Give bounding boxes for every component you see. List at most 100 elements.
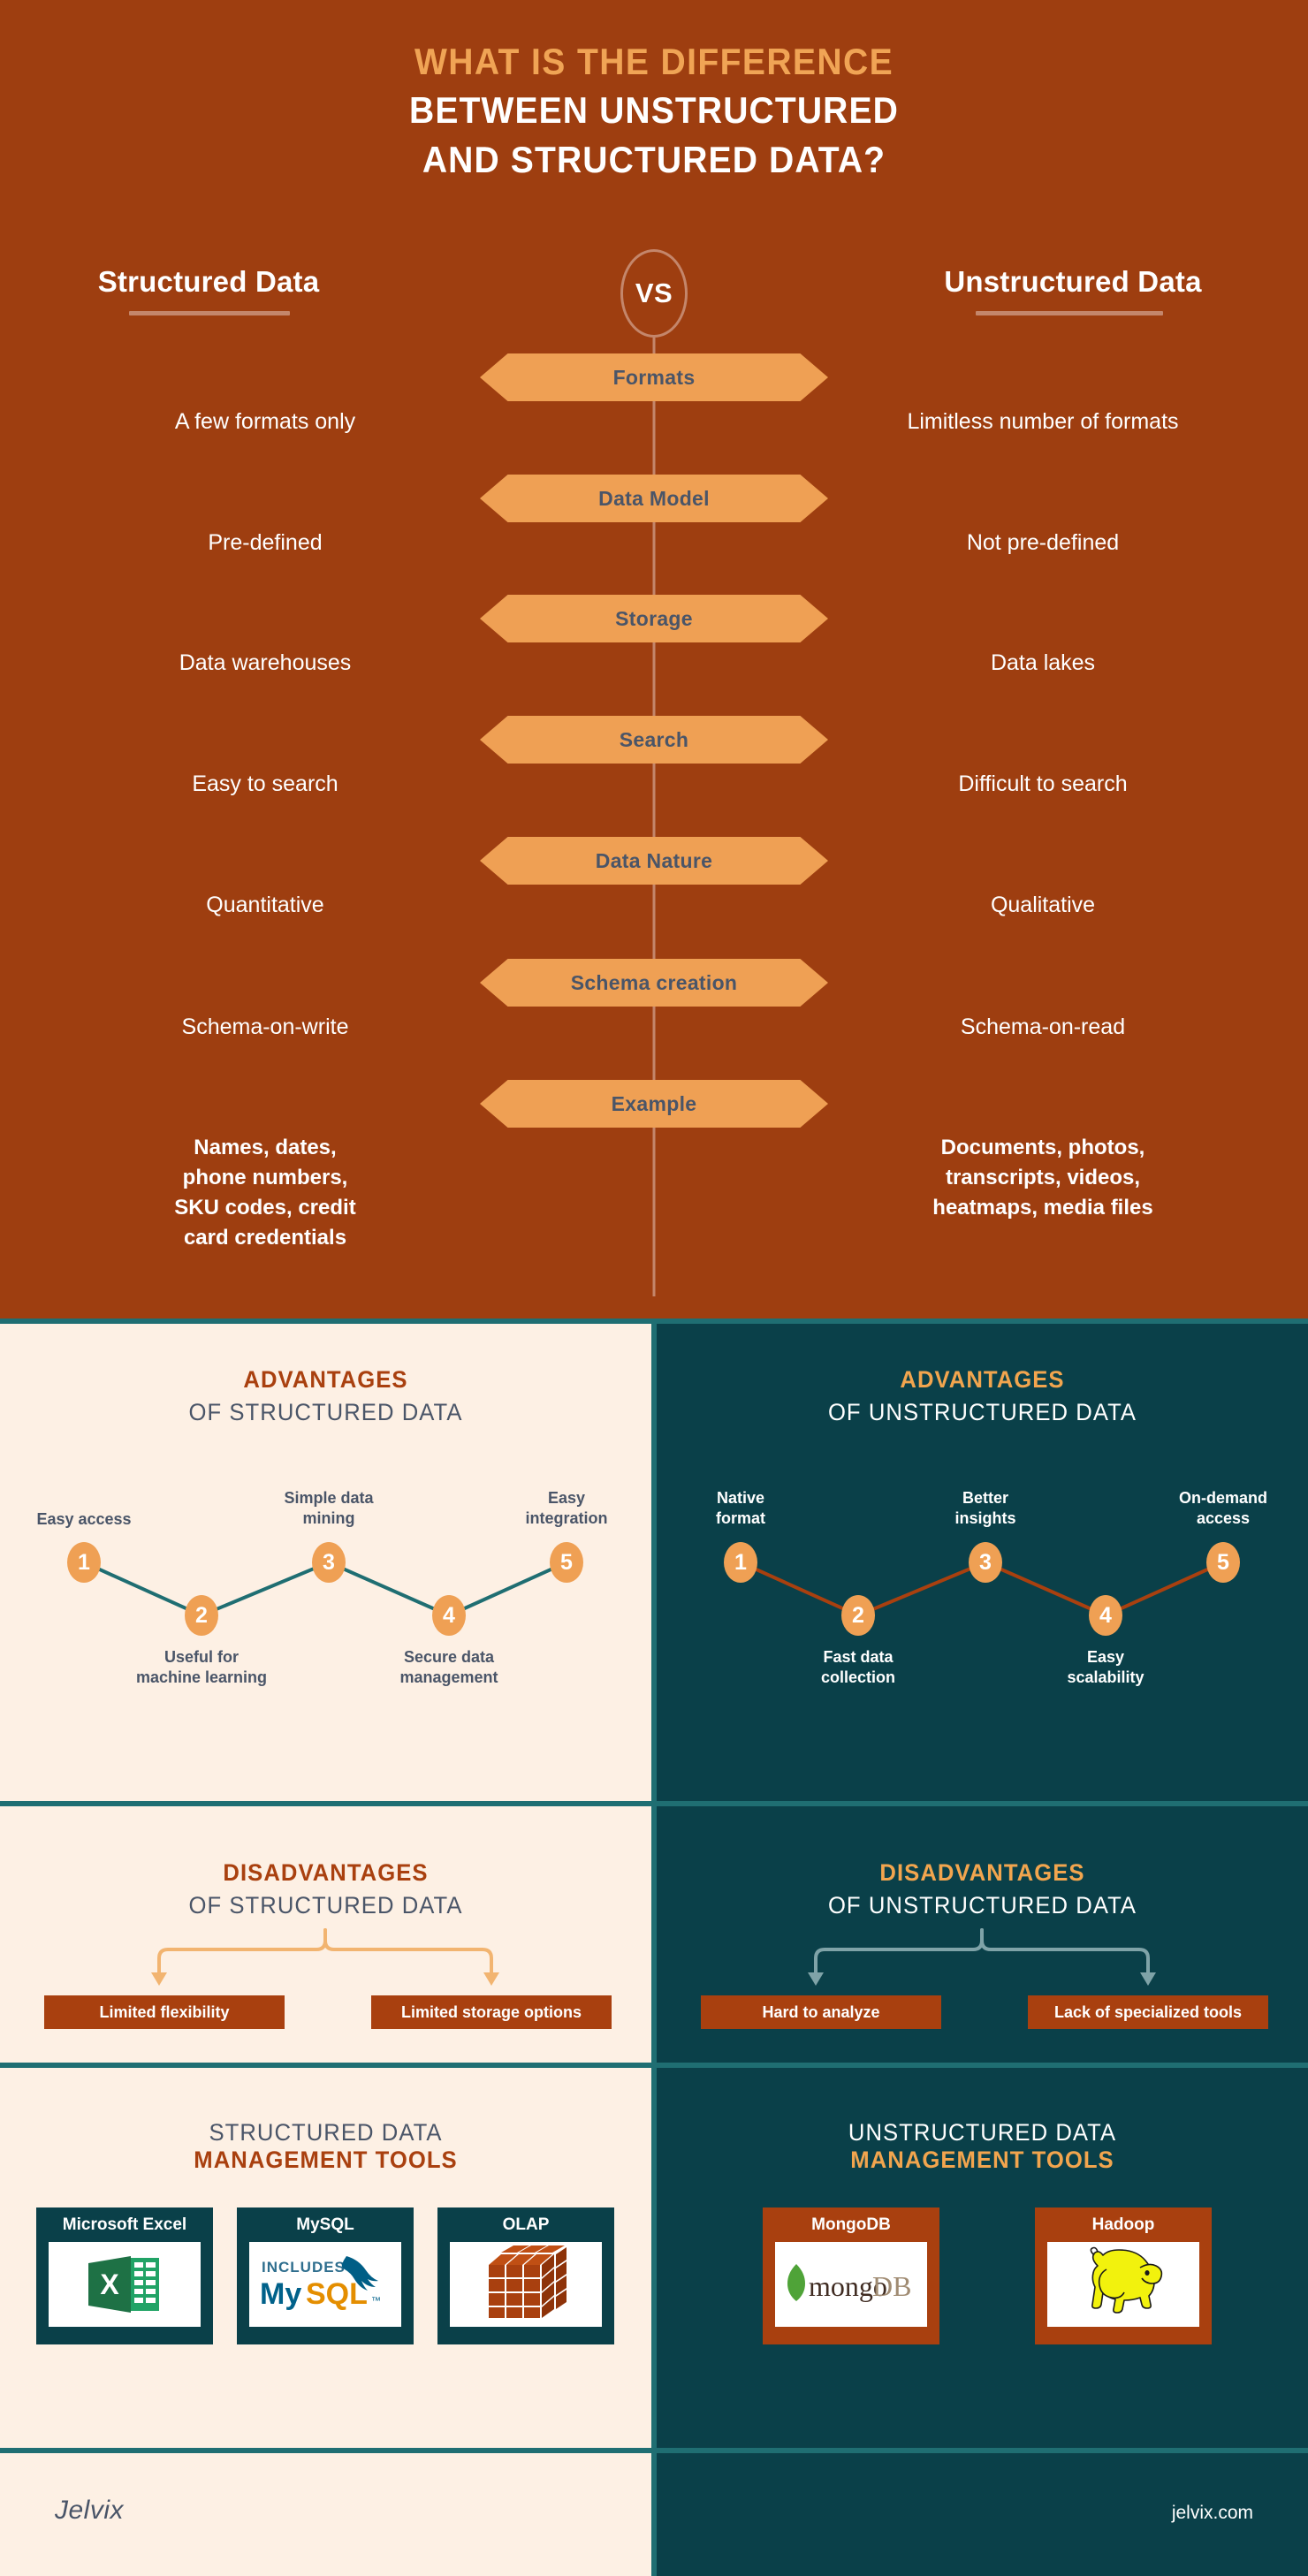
disadvantage-item-1-label: Limited flexibility xyxy=(99,2002,230,2021)
advantage-unstructured-node-number: 3 xyxy=(979,1549,992,1575)
disadvantage-item-2-label: Lack of specialized tools xyxy=(1053,2002,1243,2021)
advantages-structured-chart: 1 Easy access 2 Useful for machine learning 3… xyxy=(0,1324,651,1801)
comparison-right-value-3: Data lakes xyxy=(990,650,1096,675)
comparison-left-value-5: Quantitative xyxy=(206,893,324,917)
hadoop-elephant-svg xyxy=(1090,2246,1163,2314)
comparison-banner-label: Data Nature xyxy=(595,848,713,872)
comparison-banner-5: Data Nature xyxy=(480,837,828,885)
advantage-structured-node-label-2: Useful for machine learning xyxy=(135,1648,268,1687)
advantage-structured-node-2: 2 xyxy=(185,1595,218,1636)
column-header-unstructured-label: Unstructured Data xyxy=(944,265,1202,298)
title-line-3: AND STRUCTURED DATA? xyxy=(422,138,886,180)
tool-name-mongodb: MongoDB xyxy=(811,2215,891,2234)
disadvantages-unstructured-panel: DISADVANTAGES OF UNSTRUCTURED DATA Hard … xyxy=(657,1806,1308,2063)
tool-card-olap[interactable]: OLAP xyxy=(437,2207,614,2344)
comparison-right-value-6: Schema-on-read xyxy=(960,1014,1126,1039)
vs-badge: VS xyxy=(620,249,688,338)
comparison-banner-2: Data Model xyxy=(480,475,828,522)
tools-unstructured-title-top: UNSTRUCTURED DATA xyxy=(848,2119,1117,2146)
comparison-left-value-1: A few formats only xyxy=(174,409,356,434)
advantage-structured-node-5: 5 xyxy=(550,1542,583,1583)
column-header-unstructured: Unstructured Data xyxy=(896,265,1250,315)
comparison-banner-1: Formats xyxy=(480,353,828,401)
advantage-structured-node-label-4: Secure data management xyxy=(399,1648,498,1687)
disadvantage-item-1-label: Hard to analyze xyxy=(762,2002,880,2021)
comparison-banner-label: Example xyxy=(611,1091,697,1115)
mysql-logo: INCLUDES My SQL ™ xyxy=(249,2242,401,2327)
advantage-unstructured-node-number: 2 xyxy=(852,1602,864,1628)
advantage-structured-node-3: 3 xyxy=(312,1542,346,1583)
excel-logo-letter: X xyxy=(100,2268,119,2300)
advantages-unstructured-chart: 1 Native format 2 Fast data collection 3 Better… xyxy=(657,1324,1308,1801)
hadoop-elephant-logo xyxy=(1047,2242,1199,2327)
advantage-structured-node-number: 1 xyxy=(78,1549,90,1575)
disadvantages-structured-panel: DISADVANTAGES OF STRUCTURED DATA Limited… xyxy=(0,1806,651,2063)
advantage-structured-node-label-5: Easy integration xyxy=(525,1489,608,1528)
column-header-rule xyxy=(976,311,1163,315)
comparison-left-value-4: Easy to search xyxy=(192,771,338,796)
disadvantage-item-1: Limited flexibility xyxy=(44,1995,285,2029)
excel-logo: X xyxy=(49,2242,201,2327)
mysql-logo-svg: INCLUDES My SQL ™ xyxy=(260,2256,381,2311)
advantage-unstructured-node-number: 1 xyxy=(734,1549,747,1575)
comparison-banner-label: Storage xyxy=(615,606,693,630)
advantage-structured-node-number: 2 xyxy=(195,1602,208,1628)
tool-name-hadoop: Hadoop xyxy=(1091,2215,1155,2234)
tools-unstructured-title-bottom: MANAGEMENT TOOLS xyxy=(850,2147,1114,2173)
mongodb-logo-svg: mongo DB xyxy=(787,2264,911,2302)
comparison-left-value-3: Data warehouses xyxy=(179,650,352,675)
disadvantage-item-1: Hard to analyze xyxy=(701,1995,941,2029)
disadvantage-item-2: Limited storage options xyxy=(371,1995,612,2029)
comparison-left-value-6: Schema-on-write xyxy=(181,1014,349,1039)
disadvantage-item-2-label: Limited storage options xyxy=(400,2002,582,2021)
advantage-unstructured-node-1: 1 xyxy=(724,1542,757,1583)
footer-left-panel: Jelvix xyxy=(0,2453,651,2576)
vs-label: VS xyxy=(635,277,673,308)
tool-card-mysql[interactable]: MySQL INCLUDES My SQL ™ xyxy=(237,2207,414,2344)
advantage-structured-node-number: 5 xyxy=(560,1549,573,1575)
comparison-banner-3: Storage xyxy=(480,595,828,642)
advantages-structured-panel: ADVANTAGES OF STRUCTURED DATA 1 Easy acce… xyxy=(0,1324,651,1801)
tools-structured-title-bottom: MANAGEMENT TOOLS xyxy=(194,2147,458,2173)
mongodb-logo: mongo DB xyxy=(775,2242,927,2327)
tools-structured-panel: STRUCTURED DATA MANAGEMENT TOOLS Microso… xyxy=(0,2068,651,2448)
footer-right-panel: jelvix.com xyxy=(657,2453,1308,2576)
tools-unstructured-title: UNSTRUCTURED DATA MANAGEMENT TOOLS xyxy=(657,2114,1308,2174)
advantage-structured-node-number: 4 xyxy=(443,1602,455,1628)
tool-card-hadoop[interactable]: Hadoop xyxy=(1035,2207,1212,2344)
title-line-2: BETWEEN UNSTRUCTURED xyxy=(409,89,899,132)
footer-url[interactable]: jelvix.com xyxy=(1172,2503,1253,2523)
advantage-unstructured-node-label-4: Easy scalability xyxy=(1067,1648,1144,1687)
tool-card-mongodb[interactable]: MongoDB mongo DB xyxy=(763,2207,939,2344)
page-title: WHAT IS THE DIFFERENCE BETWEEN UNSTRUCTU… xyxy=(0,37,1308,184)
tools-structured-title-top: STRUCTURED DATA xyxy=(209,2119,443,2146)
mysql-logo-sql: SQL xyxy=(306,2277,368,2311)
advantage-unstructured-node-label-2: Fast data collection xyxy=(820,1648,895,1687)
advantage-unstructured-node-label-5: On-demand access xyxy=(1178,1489,1267,1528)
column-header-structured-label: Structured Data xyxy=(97,265,320,298)
comparison-left-value-7: Names, dates, phone numbers, SKU codes, cr… xyxy=(174,1136,356,1250)
comparison-banner-label: Formats xyxy=(612,365,696,389)
column-header-rule xyxy=(129,311,290,315)
tools-structured-title: STRUCTURED DATA MANAGEMENT TOOLS xyxy=(0,2114,651,2174)
comparison-right-value-1: Limitless number of formats xyxy=(907,409,1179,434)
advantage-unstructured-node-number: 4 xyxy=(1099,1602,1112,1628)
disadvantage-item-2: Lack of specialized tools xyxy=(1028,1995,1268,2029)
column-header-structured: Structured Data xyxy=(58,265,359,315)
advantage-unstructured-node-5: 5 xyxy=(1206,1542,1240,1583)
comparison-banner-label: Schema creation xyxy=(570,970,738,994)
comparison-banner-label: Data Model xyxy=(598,486,710,510)
tool-card-microsoft-excel[interactable]: Microsoft Excel X xyxy=(36,2207,213,2344)
tools-unstructured-panel: UNSTRUCTURED DATA MANAGEMENT TOOLS Mongo… xyxy=(657,2068,1308,2448)
tool-name-olap: OLAP xyxy=(502,2215,550,2234)
comparison-right-value-4: Difficult to search xyxy=(958,771,1128,796)
comparison-banner-7: Example xyxy=(480,1080,828,1128)
excel-logo-svg: X xyxy=(88,2256,159,2313)
footer-url-wrap[interactable]: jelvix.com xyxy=(1172,2503,1253,2524)
mysql-logo-tm: ™ xyxy=(371,2296,381,2306)
mongodb-logo-db: DB xyxy=(872,2270,911,2302)
mysql-logo-my: My xyxy=(260,2277,301,2311)
advantage-unstructured-node-number: 5 xyxy=(1217,1549,1229,1575)
comparison-banner-label: Search xyxy=(619,727,689,751)
comparison-right-value-7: Documents, photos, transcripts, videos, he… xyxy=(932,1136,1153,1220)
